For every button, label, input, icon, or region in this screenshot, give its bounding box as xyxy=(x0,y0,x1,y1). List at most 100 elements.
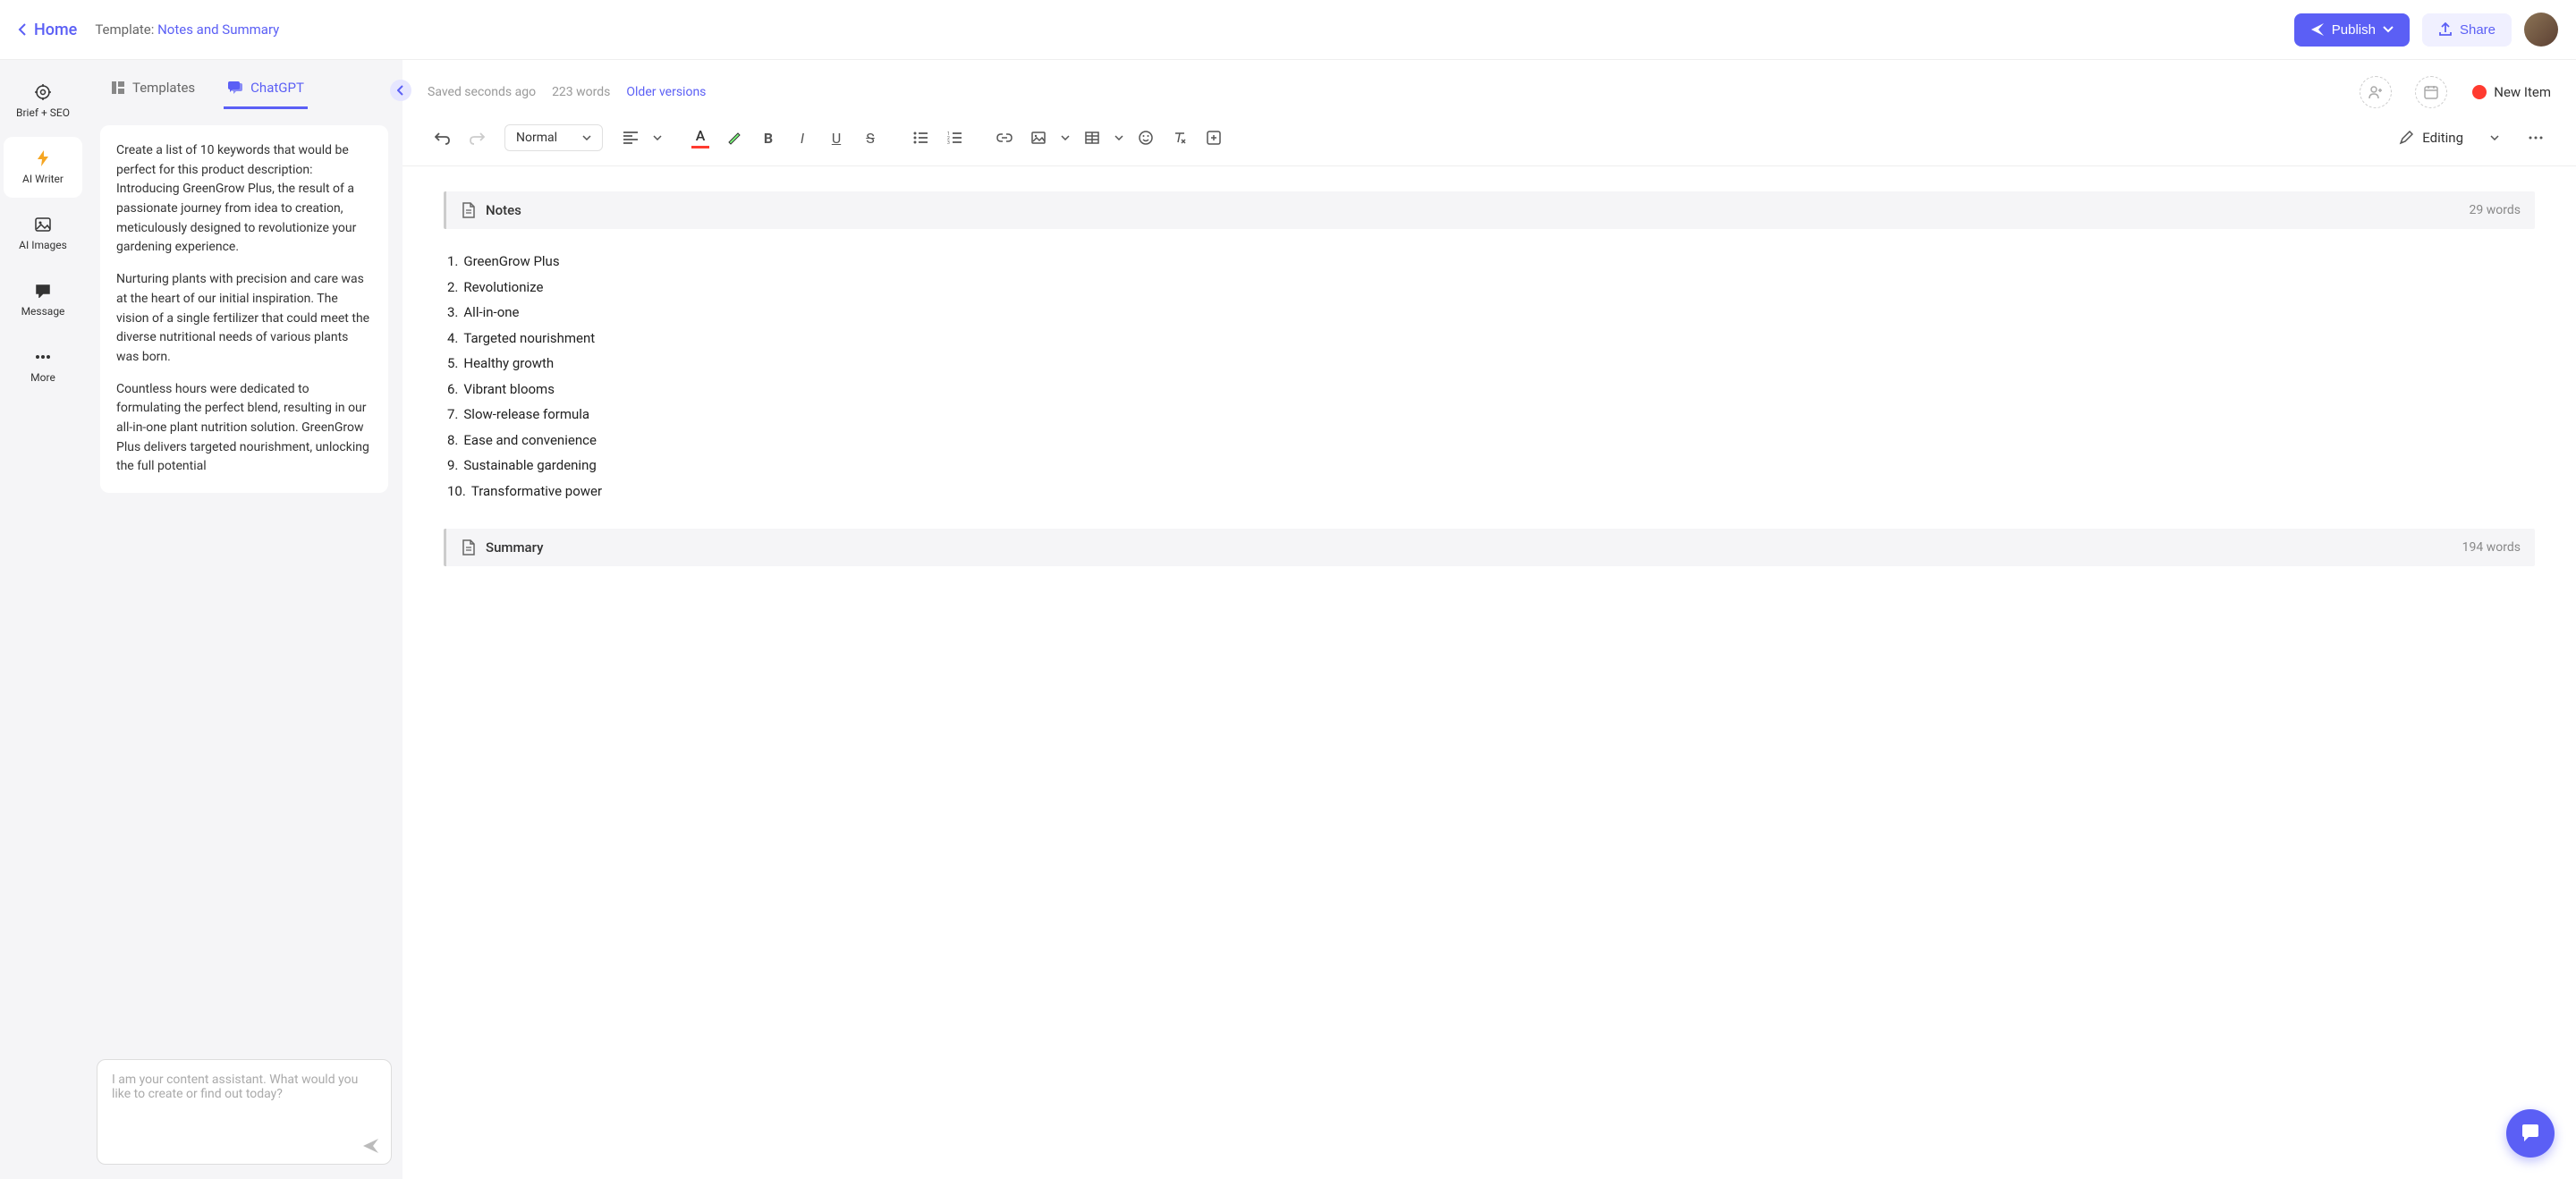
plus-block-icon xyxy=(1207,131,1221,145)
avatar[interactable] xyxy=(2524,13,2558,47)
document-icon xyxy=(461,202,477,218)
publish-button[interactable]: Publish xyxy=(2294,13,2410,47)
align-left-icon xyxy=(623,131,638,144)
chevron-down-icon xyxy=(1061,135,1070,140)
underline-button[interactable]: U xyxy=(821,123,852,153)
rail-brief-seo[interactable]: Brief + SEO xyxy=(4,71,82,131)
chevron-down-icon xyxy=(1114,135,1123,140)
chevron-down-icon xyxy=(2490,135,2499,140)
bold-button[interactable]: B xyxy=(753,123,784,153)
more-toolbar-button[interactable] xyxy=(2521,123,2551,153)
chat-bubble-icon xyxy=(2520,1124,2541,1143)
rail-label: More xyxy=(30,371,55,384)
bullet-list-icon xyxy=(913,131,928,144)
text-color-button[interactable]: A xyxy=(685,127,716,148)
clear-format-button[interactable] xyxy=(1165,123,1195,153)
align-dropdown[interactable] xyxy=(649,123,665,153)
rail-label: AI Writer xyxy=(22,173,64,185)
section-word-count: 29 words xyxy=(2470,203,2521,217)
link-button[interactable] xyxy=(989,123,1020,153)
template-label: Template: Notes and Summary xyxy=(95,21,279,38)
insert-block-button[interactable] xyxy=(1199,123,1229,153)
text-color-icon: A xyxy=(696,127,706,144)
clear-format-icon xyxy=(1173,131,1187,145)
rail-more[interactable]: More xyxy=(4,335,82,396)
template-name[interactable]: Notes and Summary xyxy=(157,21,279,38)
rail-ai-images[interactable]: AI Images xyxy=(4,203,82,264)
notes-list[interactable]: 1.GreenGrow Plus 2.Revolutionize 3.All-i… xyxy=(444,243,2535,529)
image-icon xyxy=(1031,131,1046,144)
home-link[interactable]: Home xyxy=(18,21,77,39)
editing-mode-select[interactable]: Editing xyxy=(2388,124,2510,151)
italic-button[interactable]: I xyxy=(787,123,818,153)
paragraph-style-select[interactable]: Normal xyxy=(504,124,603,151)
tab-templates[interactable]: Templates xyxy=(107,72,199,109)
more-icon xyxy=(2529,136,2543,140)
underline-icon: U xyxy=(832,130,841,147)
bold-icon: B xyxy=(764,130,773,147)
list-item: 4.Targeted nourishment xyxy=(447,326,2535,352)
table-dropdown[interactable] xyxy=(1111,123,1127,153)
section-summary[interactable]: Summary 194 words xyxy=(444,529,2535,566)
target-icon xyxy=(34,83,52,101)
rail-label: Brief + SEO xyxy=(16,106,70,119)
emoji-icon xyxy=(1139,131,1153,145)
chevron-down-icon xyxy=(2383,26,2394,33)
editor-area: Saved seconds ago 223 words Older versio… xyxy=(402,60,2576,1179)
list-item: 10.Transformative power xyxy=(447,479,2535,505)
list-item: 5.Healthy growth xyxy=(447,351,2535,377)
chevron-down-icon xyxy=(582,135,591,140)
image-dropdown[interactable] xyxy=(1057,123,1073,153)
style-label: Normal xyxy=(516,131,557,145)
chevron-left-icon xyxy=(397,85,404,96)
help-fab[interactable] xyxy=(2506,1109,2555,1158)
rail-message[interactable]: Message xyxy=(4,269,82,330)
add-collaborator-button[interactable] xyxy=(2360,76,2392,108)
home-label: Home xyxy=(34,21,77,39)
chat-body: Create a list of 10 keywords that would … xyxy=(86,109,402,1059)
highlight-icon xyxy=(726,130,742,146)
toolbar: Normal A B I U S 123 xyxy=(402,115,2576,166)
table-button[interactable] xyxy=(1077,123,1107,153)
share-button[interactable]: Share xyxy=(2422,13,2512,47)
svg-text:3: 3 xyxy=(947,140,950,144)
redo-button[interactable] xyxy=(462,123,492,153)
undo-button[interactable] xyxy=(428,123,458,153)
section-title: Summary xyxy=(486,539,543,556)
bullet-list-button[interactable] xyxy=(905,123,936,153)
emoji-button[interactable] xyxy=(1131,123,1161,153)
italic-icon: I xyxy=(801,130,804,147)
send-icon xyxy=(362,1137,380,1155)
tab-chatgpt[interactable]: ChatGPT xyxy=(224,72,308,109)
schedule-button[interactable] xyxy=(2415,76,2447,108)
document[interactable]: Notes 29 words 1.GreenGrow Plus 2.Revolu… xyxy=(402,166,2576,1179)
align-button[interactable] xyxy=(615,123,646,153)
bolt-icon xyxy=(34,149,52,167)
highlight-button[interactable] xyxy=(719,123,750,153)
new-item-label: New Item xyxy=(2494,84,2551,100)
more-icon xyxy=(34,348,52,366)
templates-icon xyxy=(111,81,125,95)
send-icon xyxy=(2310,22,2325,37)
section-notes[interactable]: Notes 29 words xyxy=(444,191,2535,229)
left-rail: Brief + SEO AI Writer AI Images Message … xyxy=(0,60,86,1179)
send-button[interactable] xyxy=(362,1137,380,1155)
upload-icon xyxy=(2438,22,2453,37)
mode-label: Editing xyxy=(2422,130,2463,146)
list-item: 9.Sustainable gardening xyxy=(447,453,2535,479)
image-button[interactable] xyxy=(1023,123,1054,153)
word-count: 223 words xyxy=(552,85,610,99)
side-panel: Templates ChatGPT Create a list of 10 ke… xyxy=(86,60,402,1179)
section-word-count: 194 words xyxy=(2462,540,2521,555)
rail-ai-writer[interactable]: AI Writer xyxy=(4,137,82,198)
chatgpt-icon xyxy=(227,81,243,95)
pencil-icon xyxy=(2399,131,2413,145)
strikethrough-button[interactable]: S xyxy=(855,123,886,153)
tab-label: ChatGPT xyxy=(250,80,304,96)
collapse-panel-button[interactable] xyxy=(390,80,411,101)
numbered-list-button[interactable]: 123 xyxy=(939,123,970,153)
new-item-indicator[interactable]: New Item xyxy=(2472,84,2551,100)
chat-input[interactable] xyxy=(112,1073,377,1126)
calendar-icon xyxy=(2424,85,2438,99)
older-versions-link[interactable]: Older versions xyxy=(626,85,706,99)
